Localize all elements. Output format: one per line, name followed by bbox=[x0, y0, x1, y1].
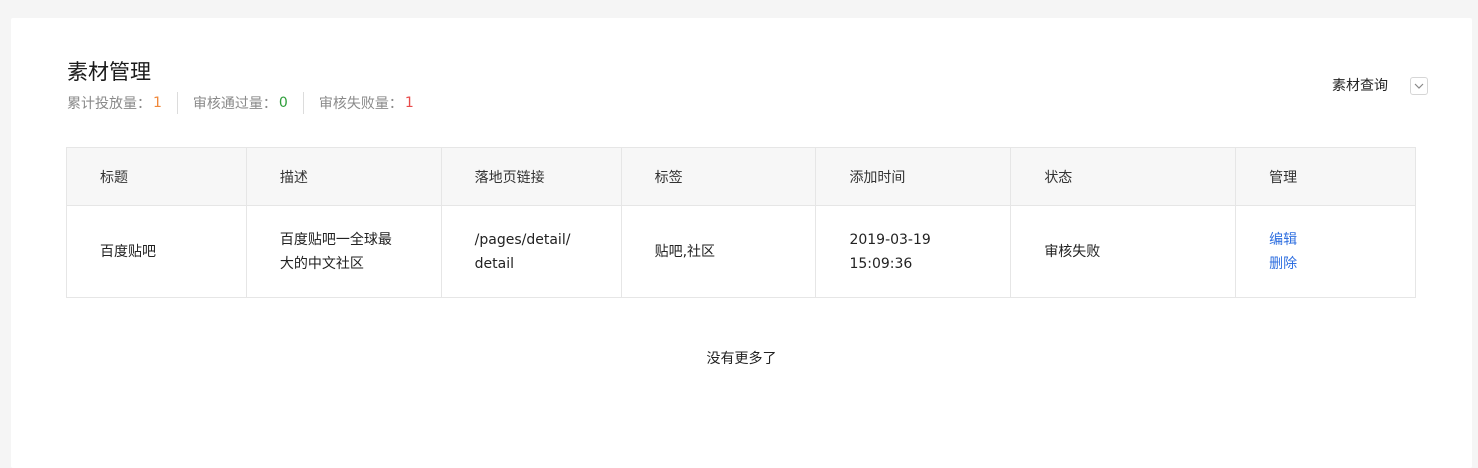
description-line: 百度贴吧一全球最 bbox=[279, 231, 392, 248]
cell-manage: 编辑 删除 bbox=[1235, 205, 1416, 298]
cell-tags: 贴吧,社区 bbox=[620, 205, 817, 298]
cell-added-time: 2019-03-19 15:09:36 bbox=[815, 205, 1012, 298]
table-header-row: 标题 描述 落地页链接 标签 添加时间 状态 管理 bbox=[66, 147, 1416, 206]
material-management-card: 素材管理 累计投放量： 1 审核通过量： 0 审核失败量： 1 素材查询 标题 … bbox=[11, 18, 1472, 468]
material-table: 标题 描述 落地页链接 标签 添加时间 状态 管理 百度贴吧 百度贴吧一全球最 … bbox=[66, 147, 1416, 298]
stat-fail: 审核失败量： 1 bbox=[319, 92, 414, 114]
column-header-tags: 标签 bbox=[620, 147, 817, 206]
stat-total-value: 1 bbox=[153, 95, 162, 111]
no-more-text: 没有更多了 bbox=[706, 351, 777, 367]
column-header-landing-link: 落地页链接 bbox=[440, 147, 622, 206]
cell-landing-link: /pages/detail/ detail bbox=[440, 205, 622, 298]
column-header-description: 描述 bbox=[245, 147, 442, 206]
link-line: detail bbox=[474, 255, 515, 272]
stat-divider bbox=[176, 92, 178, 114]
link-line: /pages/detail/ bbox=[474, 231, 571, 248]
stat-total-label: 累计投放量： bbox=[67, 96, 151, 112]
edit-link[interactable]: 编辑 bbox=[1269, 228, 1415, 252]
stat-pass-label: 审核通过量： bbox=[192, 96, 277, 112]
added-time: 15:09:36 bbox=[849, 255, 913, 272]
column-header-status: 状态 bbox=[1010, 147, 1237, 206]
stat-divider bbox=[302, 92, 304, 114]
cell-description: 百度贴吧一全球最 大的中文社区 bbox=[245, 205, 442, 298]
material-query-label: 素材查询 bbox=[1332, 78, 1388, 94]
stat-fail-value: 1 bbox=[404, 95, 414, 111]
column-header-added-time: 添加时间 bbox=[815, 147, 1012, 206]
chevron-down-icon[interactable] bbox=[1410, 77, 1428, 95]
column-header-manage: 管理 bbox=[1235, 147, 1416, 206]
cell-title: 百度贴吧 bbox=[66, 205, 247, 298]
added-date: 2019-03-19 bbox=[849, 231, 931, 248]
stat-pass-value: 0 bbox=[278, 95, 288, 111]
description-line: 大的中文社区 bbox=[279, 255, 364, 272]
stat-fail-label: 审核失败量： bbox=[318, 96, 403, 112]
table-row: 百度贴吧 百度贴吧一全球最 大的中文社区 /pages/detail/ deta… bbox=[66, 205, 1416, 298]
stat-total: 累计投放量： 1 bbox=[67, 92, 162, 114]
cell-status: 审核失败 bbox=[1010, 205, 1237, 298]
stats-bar: 累计投放量： 1 审核通过量： 0 审核失败量： 1 bbox=[67, 92, 414, 114]
material-query-toggle[interactable]: 素材查询 bbox=[1332, 76, 1428, 96]
column-header-title: 标题 bbox=[66, 147, 247, 206]
stat-pass: 审核通过量： 0 bbox=[193, 92, 288, 114]
page-title: 素材管理 bbox=[67, 60, 151, 84]
delete-link[interactable]: 删除 bbox=[1269, 252, 1415, 276]
